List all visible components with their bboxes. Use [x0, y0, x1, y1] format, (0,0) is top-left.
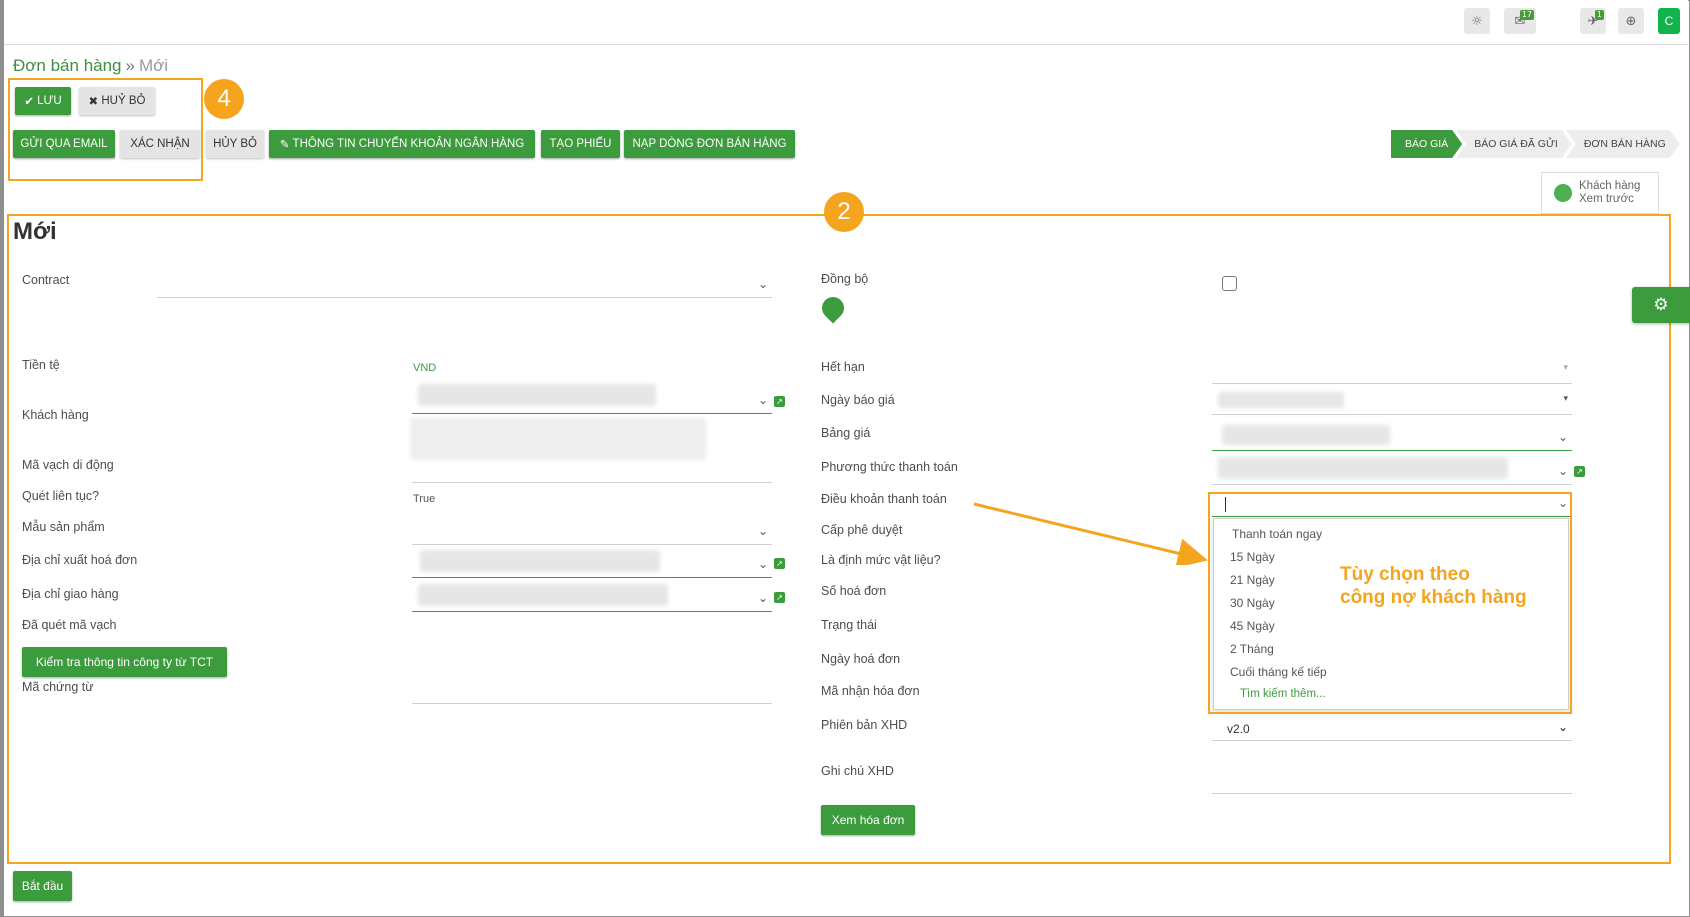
import-lines-button[interactable]: NẠP DÒNG ĐƠN BÁN HÀNG: [624, 130, 795, 158]
annotation-note: Tùy chọn theo công nợ khách hàng: [1340, 563, 1527, 609]
invoice-number-label: Số hoá đơn: [821, 584, 887, 598]
chevron-down-icon: ⌄: [1557, 464, 1568, 478]
contract-label: Contract: [22, 273, 70, 287]
currency-value[interactable]: VND: [413, 362, 436, 374]
chevron-down-icon: ⌄: [1557, 430, 1568, 444]
status-step-quotation[interactable]: BÁO GIÁ: [1391, 130, 1462, 158]
product-template-label: Mẫu sản phẩm: [22, 520, 105, 534]
pricelist-label: Bảng giá: [821, 426, 871, 440]
state-label: Trạng thái: [821, 618, 877, 632]
expiry-date-input[interactable]: ▾: [1212, 360, 1572, 384]
annotation-box-4: [8, 78, 203, 181]
invoice-receipt-code-label: Mã nhận hóa đơn: [821, 684, 920, 698]
pricelist-blurred: [1222, 425, 1390, 445]
form-title: Mới: [13, 218, 57, 245]
quote-date-label: Ngày báo giá: [821, 393, 895, 407]
mobile-barcode-input[interactable]: [412, 459, 772, 483]
notification-icon[interactable]: ✈ 1: [1580, 8, 1606, 34]
scanned-barcode-label: Đã quét mã vạch: [22, 618, 117, 632]
invoice-address-blurred: [420, 550, 660, 572]
sync-label: Đồng bộ: [821, 272, 869, 286]
edit-icon: ✎: [279, 139, 293, 151]
globe-icon[interactable]: ⊕: [1618, 8, 1644, 34]
check-tct-button[interactable]: Kiểm tra thông tin công ty từ TCT: [22, 647, 227, 677]
delivery-address-label: Địa chỉ giao hàng: [22, 587, 119, 601]
xhd-version-value: v2.0: [1227, 722, 1250, 736]
breadcrumb: Đơn bán hàng» Mới: [13, 56, 168, 76]
external-link-icon[interactable]: ↗: [1574, 466, 1585, 477]
preview-line1: Khách hàng: [1579, 180, 1641, 192]
currency-label: Tiền tệ: [22, 358, 60, 372]
material-norm-label: Là định mức vật liệu?: [821, 553, 941, 567]
product-template-select[interactable]: ⌄: [412, 521, 772, 545]
continuous-scan-label: Quét liên tục?: [22, 489, 100, 503]
notification-count-badge: 1: [1594, 10, 1604, 20]
external-link-icon[interactable]: ↗: [774, 558, 785, 569]
xhd-note-label: Ghi chú XHD: [821, 764, 894, 778]
customer-value-blurred: [418, 384, 656, 406]
cancel-button[interactable]: HỦY BỎ: [206, 130, 264, 158]
preview-line2: Xem trước: [1579, 193, 1634, 205]
xhd-version-label: Phiên bản XHD: [821, 718, 908, 732]
delivery-address-blurred: [418, 584, 668, 606]
chevron-down-icon: ⌄: [757, 557, 768, 571]
bank-info-label: THÔNG TIN CHUYỂN KHOẢN NGÂN HÀNG: [292, 138, 525, 150]
avatar[interactable]: C: [1658, 8, 1680, 34]
bug-icon[interactable]: ☼: [1464, 8, 1490, 34]
top-navbar: ☼ ✉ 17 ✈ 1 ⊕ C: [4, 0, 1688, 45]
create-ticket-button[interactable]: TẠO PHIẾU: [541, 130, 620, 158]
payment-method-blurred: [1218, 457, 1508, 479]
breadcrumb-separator: »: [125, 56, 135, 75]
voucher-code-input[interactable]: [412, 680, 772, 704]
chat-icon[interactable]: ✉ 17: [1504, 8, 1536, 34]
settings-tab[interactable]: ⚙: [1632, 287, 1690, 323]
annotation-note-line2: công nợ khách hàng: [1340, 587, 1527, 608]
caret-down-icon: ▾: [1563, 394, 1568, 404]
continuous-scan-value: True: [413, 493, 436, 505]
gear-icon: ⚙: [1653, 295, 1669, 315]
chevron-down-icon: ⌄: [757, 524, 768, 538]
external-link-icon[interactable]: ↗: [774, 396, 785, 407]
quote-date-blurred: [1218, 392, 1344, 408]
sync-checkbox[interactable]: [1222, 276, 1237, 291]
annotation-arrow-icon: [973, 502, 1208, 565]
status-step-quotation-sent[interactable]: BÁO GIÁ ĐÃ GỬI: [1456, 130, 1572, 158]
invoice-date-label: Ngày hoá đơn: [821, 652, 901, 666]
expiry-label: Hết hạn: [821, 360, 865, 374]
start-button[interactable]: Bắt đầu: [13, 871, 72, 901]
mobile-barcode-label: Mã vạch di động: [22, 458, 114, 472]
annotation-note-line1: Tùy chọn theo: [1340, 564, 1470, 585]
status-step-sales-order[interactable]: ĐƠN BÁN HÀNG: [1566, 130, 1680, 158]
chat-count-badge: 17: [1519, 10, 1534, 20]
view-invoice-button[interactable]: Xem hóa đơn: [821, 805, 915, 835]
chevron-down-icon: ⌄: [757, 393, 768, 407]
customer-address-blurred: [410, 418, 706, 460]
annotation-badge-2: 2: [824, 192, 864, 232]
chevron-down-icon: ⌄: [1557, 720, 1568, 734]
approval-level-label: Cấp phê duyệt: [821, 523, 903, 537]
chevron-down-icon: ⌄: [757, 277, 768, 291]
customer-preview-button[interactable]: Khách hàng Xem trước: [1541, 172, 1659, 214]
annotation-badge-4: 4: [204, 79, 244, 119]
bank-info-button[interactable]: ✎ THÔNG TIN CHUYỂN KHOẢN NGÂN HÀNG: [269, 130, 535, 158]
breadcrumb-current: Mới: [138, 56, 169, 75]
payment-terms-label: Điều khoản thanh toán: [821, 492, 947, 506]
invoice-address-label: Địa chỉ xuất hoá đơn: [22, 553, 138, 567]
status-bar: BÁO GIÁ BÁO GIÁ ĐÃ GỬI ĐƠN BÁN HÀNG: [1391, 130, 1674, 158]
chevron-down-icon: ⌄: [757, 591, 768, 605]
voucher-code-label: Mã chứng từ: [22, 680, 94, 694]
external-link-icon[interactable]: ↗: [774, 592, 785, 603]
globe-icon: [1554, 184, 1572, 202]
xhd-note-input[interactable]: [1212, 770, 1572, 794]
xhd-version-select[interactable]: v2.0 ⌄: [1212, 717, 1572, 741]
payment-method-label: Phương thức thanh toán: [821, 460, 958, 474]
contract-select[interactable]: ⌄: [157, 274, 772, 298]
caret-down-icon: ▾: [1563, 363, 1568, 373]
breadcrumb-parent[interactable]: Đơn bán hàng: [13, 56, 122, 75]
customer-label: Khách hàng: [22, 408, 89, 422]
